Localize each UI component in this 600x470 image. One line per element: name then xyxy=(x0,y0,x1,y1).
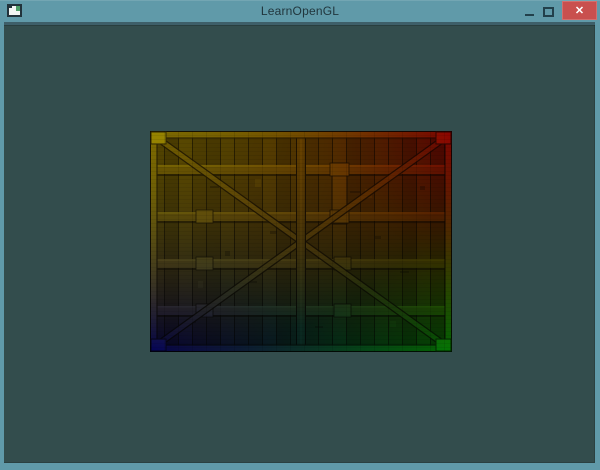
window-title: LearnOpenGL xyxy=(260,4,340,18)
minimize-button[interactable] xyxy=(520,0,539,22)
textured-quad xyxy=(150,131,452,352)
titlebar[interactable]: LearnOpenGL ✕ xyxy=(0,0,600,22)
close-button[interactable]: ✕ xyxy=(562,1,597,20)
minimize-icon xyxy=(525,14,534,16)
maximize-button[interactable] xyxy=(539,0,558,22)
maximize-icon xyxy=(543,6,554,17)
close-icon: ✕ xyxy=(574,5,585,17)
window-controls: ✕ xyxy=(520,0,600,22)
wooden-container-texture xyxy=(150,131,452,352)
